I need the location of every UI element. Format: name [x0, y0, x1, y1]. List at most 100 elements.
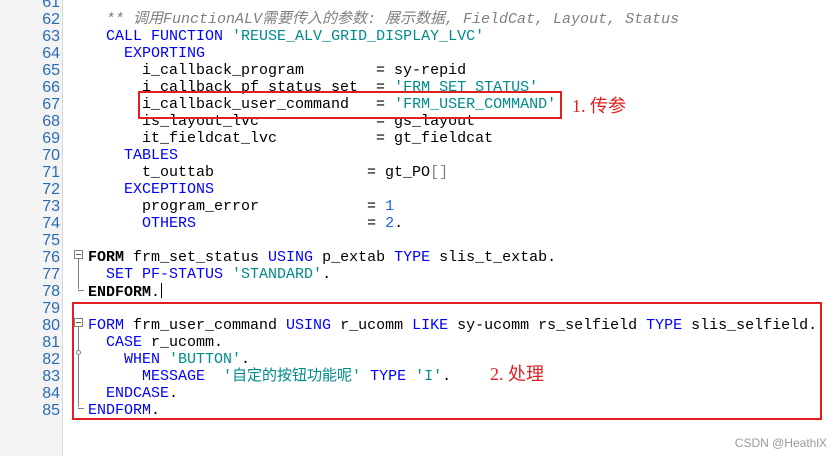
line-number: 65 [42, 62, 60, 79]
code-text[interactable]: SET PF-STATUS 'STANDARD'. [88, 266, 331, 283]
code-token: SET PF-STATUS [106, 266, 233, 283]
code-token: 1 [385, 198, 395, 215]
code-token: USING [268, 249, 314, 266]
code-token: slis_t_extab. [430, 249, 557, 266]
code-line[interactable]: 76 FORM frm_set_status USING p_extab TYPE… [0, 249, 839, 266]
watermark: CSDN @HeathlX [734, 436, 827, 450]
code-line[interactable]: 77 SET PF-STATUS 'STANDARD'. [0, 266, 839, 283]
annotation-label-1: 1. 传参 [572, 96, 626, 116]
code-token: EXPORTING [124, 45, 206, 62]
code-line[interactable]: 75 [0, 232, 839, 249]
line-number: 78 [42, 283, 60, 300]
line-number: 74 [42, 215, 60, 232]
code-token: OTHERS [142, 215, 368, 232]
code-token: [] [430, 164, 449, 181]
code-token: CALL FUNCTION [106, 28, 233, 45]
line-number: 82 [42, 351, 60, 368]
code-token: 'STANDARD' [232, 266, 323, 283]
code-token: 'REUSE_ALV_GRID_DISPLAY_LVC' [232, 28, 485, 45]
code-text[interactable]: EXPORTING [88, 45, 205, 62]
code-text[interactable]: program_error = 1 [88, 198, 394, 215]
line-number: 79 [42, 300, 60, 317]
code-text[interactable]: OTHERS = 2. [88, 215, 403, 232]
line-number: 61 [42, 0, 60, 11]
line-number: 70 [42, 147, 60, 164]
line-number: 67 [42, 96, 60, 113]
code-token: 2 [385, 215, 395, 232]
code-line[interactable]: 64 EXPORTING [0, 45, 839, 62]
code-token: frm_set_status [124, 249, 269, 266]
line-number: 63 [42, 28, 60, 45]
code-line[interactable]: 62 ** 调用FunctionALV需要传入的参数: 展示数据, FieldC… [0, 11, 839, 28]
line-number: 85 [42, 402, 60, 419]
code-line[interactable]: 72 EXCEPTIONS [0, 181, 839, 198]
line-number: 75 [42, 232, 60, 249]
highlight-box-form [72, 302, 822, 420]
code-line[interactable]: 70 TABLES [0, 147, 839, 164]
line-number: 77 [42, 266, 60, 283]
line-number: 73 [42, 198, 60, 215]
fold-end-hook [78, 290, 84, 291]
code-token: ** 调用FunctionALV需要传入的参数: 展示数据, FieldCat,… [106, 11, 680, 28]
code-text[interactable]: EXCEPTIONS [88, 181, 214, 198]
code-token: program_error = [142, 198, 386, 215]
line-number: 69 [42, 130, 60, 147]
code-line[interactable]: 63 CALL FUNCTION 'REUSE_ALV_GRID_DISPLAY… [0, 28, 839, 45]
code-text[interactable]: t_outtab = gt_PO[] [88, 164, 448, 181]
highlight-box-callback [138, 91, 562, 119]
code-text[interactable]: ** 调用FunctionALV需要传入的参数: 展示数据, FieldCat,… [88, 11, 679, 28]
code-token: ENDFORM [88, 284, 152, 301]
fold-collapse-icon[interactable] [74, 250, 83, 259]
code-line[interactable]: 61 [0, 0, 839, 11]
line-number: 62 [42, 11, 60, 28]
code-token: it_fieldcat_lvc = gt_fieldcat [142, 130, 494, 147]
line-number: 66 [42, 79, 60, 96]
line-number: 83 [42, 368, 60, 385]
code-token: p_extab [313, 249, 395, 266]
code-line[interactable]: 65 i_callback_program = sy-repid [0, 62, 839, 79]
code-token: TYPE [394, 249, 431, 266]
line-number: 72 [42, 181, 60, 198]
code-text[interactable]: it_fieldcat_lvc = gt_fieldcat [88, 130, 493, 147]
line-number: 68 [42, 113, 60, 130]
code-token: EXCEPTIONS [124, 181, 215, 198]
code-line[interactable]: 74 OTHERS = 2. [0, 215, 839, 232]
code-token: . [394, 215, 404, 232]
line-number: 76 [42, 249, 60, 266]
code-line[interactable]: 71 t_outtab = gt_PO[] [0, 164, 839, 181]
code-text[interactable]: CALL FUNCTION 'REUSE_ALV_GRID_DISPLAY_LV… [88, 28, 484, 45]
annotation-label-2: 2. 处理 [490, 364, 544, 384]
code-token: i_callback_program = sy-repid [142, 62, 467, 79]
code-text[interactable]: TABLES [88, 147, 178, 164]
code-token: t_outtab = gt_PO [142, 164, 431, 181]
code-line[interactable]: 73 program_error = 1 [0, 198, 839, 215]
code-token: FORM [88, 249, 125, 266]
code-token: . [322, 266, 332, 283]
line-number: 81 [42, 334, 60, 351]
fold-guide-line [78, 259, 79, 289]
code-line[interactable]: 69 it_fieldcat_lvc = gt_fieldcat [0, 130, 839, 147]
line-number: 64 [42, 45, 60, 62]
line-number: 80 [42, 317, 60, 334]
code-line[interactable]: 78 ENDFORM. [0, 283, 839, 301]
text-cursor [161, 283, 163, 298]
line-number: 84 [42, 385, 60, 402]
code-token: = [367, 215, 386, 232]
code-text[interactable]: i_callback_program = sy-repid [88, 62, 466, 79]
code-text[interactable]: ENDFORM. [88, 283, 163, 301]
code-token: TABLES [124, 147, 179, 164]
code-text[interactable]: FORM frm_set_status USING p_extab TYPE s… [88, 249, 556, 266]
